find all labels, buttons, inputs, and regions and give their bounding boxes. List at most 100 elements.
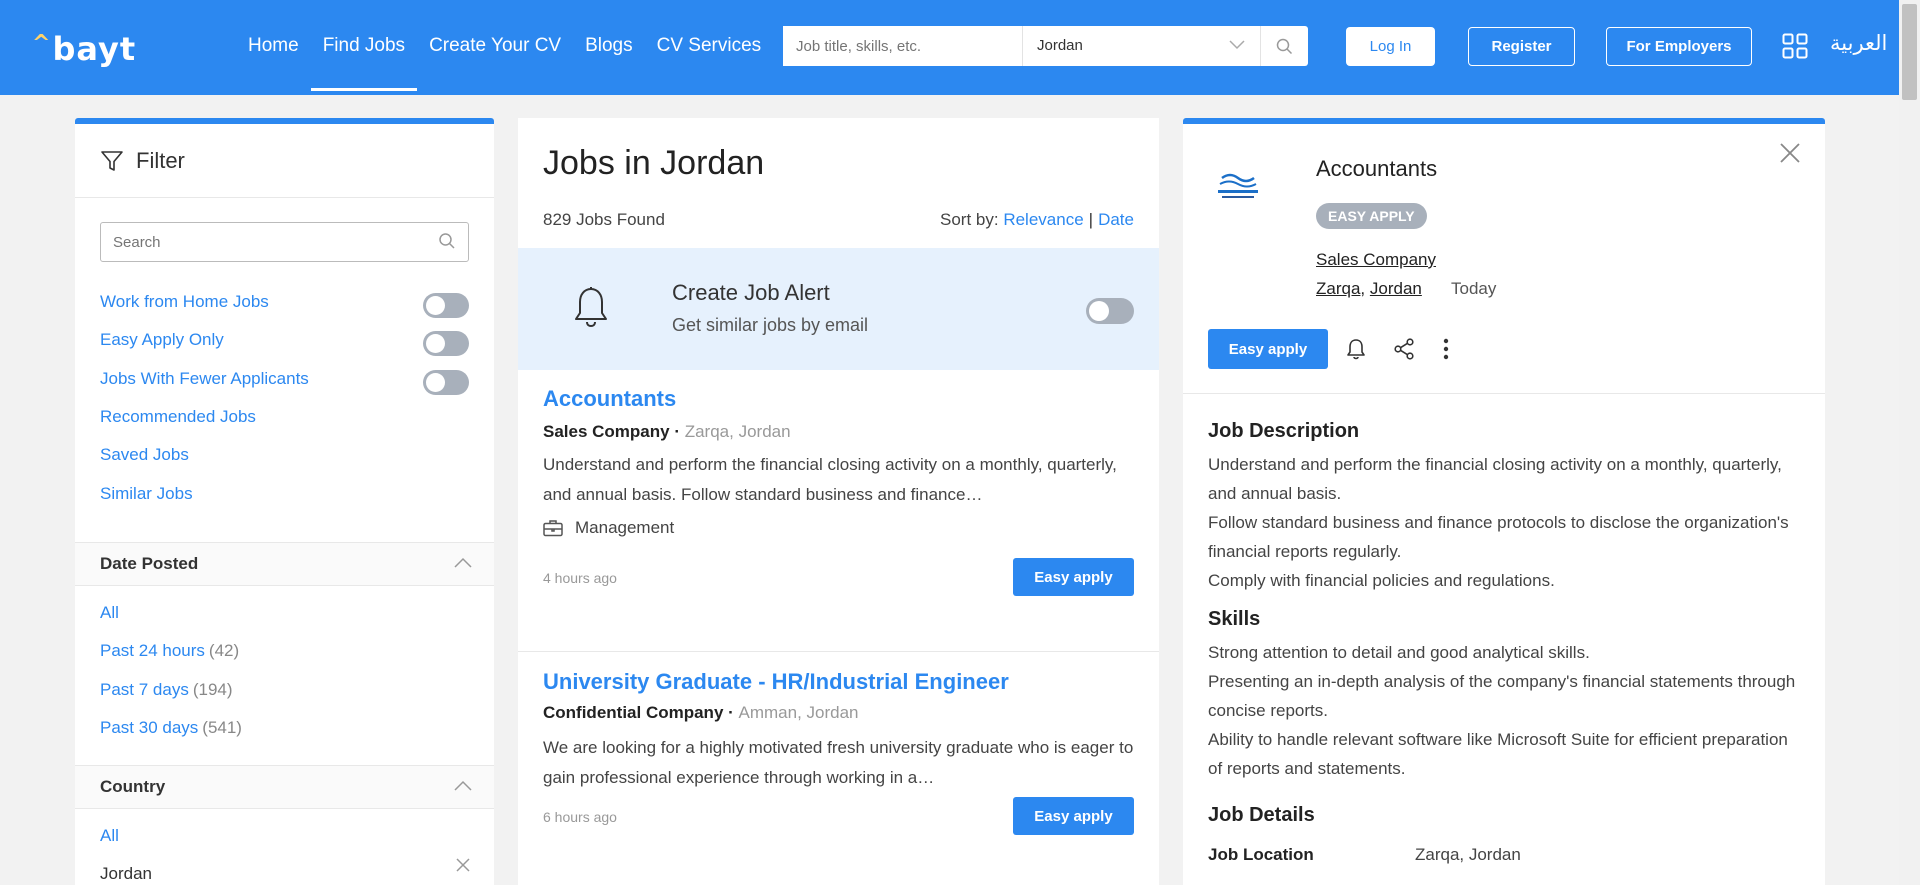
job-detail-panel: Accountants EASY APPLY Sales Company Zar… xyxy=(1183,118,1825,885)
filter-panel: Filter Work from Home Jobs Easy Apply On… xyxy=(75,118,494,885)
location-value: Jordan xyxy=(1037,37,1083,54)
date-option-all[interactable]: All xyxy=(100,603,119,623)
more-options-icon[interactable] xyxy=(1443,338,1449,360)
date-option-7d[interactable]: Past 7 days (194) xyxy=(100,680,233,700)
date-option-30d[interactable]: Past 30 days (541) xyxy=(100,718,242,738)
close-icon[interactable] xyxy=(1778,141,1802,165)
remove-country-icon[interactable] xyxy=(456,858,470,872)
filter-icon xyxy=(101,150,123,171)
count-badge: (541) xyxy=(202,718,242,737)
jobs-list-panel: Jobs in Jordan 829 Jobs Found Sort by: R… xyxy=(518,118,1159,885)
login-button[interactable]: Log In xyxy=(1346,27,1435,66)
job-keyword-input[interactable] xyxy=(783,26,1023,66)
job-category: Management xyxy=(543,518,674,538)
easy-apply-toggle[interactable] xyxy=(423,331,469,356)
date-option-24h[interactable]: Past 24 hours (42) xyxy=(100,641,239,661)
job-location: Zarqa, Jordan xyxy=(684,422,791,441)
filter-easy-apply-only[interactable]: Easy Apply Only xyxy=(100,330,224,350)
count-badge: (194) xyxy=(192,680,233,699)
filter-title: Filter xyxy=(136,147,185,173)
country-option-all[interactable]: All xyxy=(100,826,119,846)
job-company: Confidential Company · Amman, Jordan xyxy=(543,703,859,722)
nav-blogs[interactable]: Blogs xyxy=(573,0,645,95)
job-alert-toggle[interactable] xyxy=(1086,298,1134,324)
filter-fewer-applicants[interactable]: Jobs With Fewer Applicants xyxy=(100,369,309,389)
job-alert-banner: Create Job Alert Get similar jobs by ema… xyxy=(518,248,1159,370)
filter-saved-jobs[interactable]: Saved Jobs xyxy=(100,445,189,465)
bell-icon[interactable] xyxy=(1346,338,1366,360)
apps-grid-icon[interactable] xyxy=(1782,33,1808,59)
top-header: ^bayt Home Find Jobs Create Your CV Blog… xyxy=(0,0,1920,95)
date-posted-title: Date Posted xyxy=(100,554,199,573)
count-badge: (42) xyxy=(208,641,240,660)
detail-posted-date: Today xyxy=(1451,279,1497,298)
filter-recommended-jobs[interactable]: Recommended Jobs xyxy=(100,407,256,427)
detail-easy-apply-button[interactable]: Easy apply xyxy=(1208,329,1328,369)
chevron-down-icon xyxy=(1229,40,1245,50)
job-search-bar: Jordan xyxy=(783,26,1308,66)
scrollbar-thumb[interactable] xyxy=(1902,4,1917,100)
posted-time: 6 hours ago xyxy=(543,809,617,825)
language-switch[interactable]: العربية xyxy=(1830,31,1887,55)
chevron-up-icon xyxy=(454,557,472,568)
detail-location: Zarqa, Jordan xyxy=(1316,279,1422,298)
divider xyxy=(1183,393,1825,394)
page-title: Jobs in Jordan xyxy=(543,144,765,182)
job-description: We are looking for a highly motivated fr… xyxy=(543,738,1134,787)
fewer-applicants-toggle[interactable] xyxy=(423,370,469,395)
job-location: Amman, Jordan xyxy=(738,703,859,722)
chevron-up-icon xyxy=(454,780,472,791)
filter-header: Filter xyxy=(75,124,494,198)
job-location-value: Zarqa, Jordan xyxy=(1415,845,1521,864)
job-title-link[interactable]: University Graduate - HR/Industrial Engi… xyxy=(543,669,1009,695)
job-card[interactable]: University Graduate - HR/Industrial Engi… xyxy=(518,653,1159,885)
location-select[interactable]: Jordan xyxy=(1023,26,1260,66)
job-company: Sales Company · Zarqa, Jordan xyxy=(543,422,791,441)
filter-search xyxy=(100,222,469,262)
sort-separator: | xyxy=(1088,210,1094,229)
page-scrollbar[interactable] xyxy=(1899,0,1920,885)
nav-find-jobs[interactable]: Find Jobs xyxy=(310,0,418,95)
date-posted-section-header[interactable]: Date Posted xyxy=(75,542,494,586)
search-button[interactable] xyxy=(1260,26,1308,66)
nav-create-cv[interactable]: Create Your CV xyxy=(417,0,573,95)
city-link[interactable]: Zarqa xyxy=(1316,279,1360,298)
register-button[interactable]: Register xyxy=(1468,27,1575,66)
job-location-row: Job Location Zarqa, Jordan xyxy=(1208,845,1521,865)
search-icon xyxy=(1276,38,1293,54)
search-icon xyxy=(439,233,455,249)
sort-relevance-link[interactable]: Relevance xyxy=(1003,210,1083,229)
alert-subtitle: Get similar jobs by email xyxy=(672,315,869,335)
nav-home[interactable]: Home xyxy=(236,0,311,95)
job-title-link[interactable]: Accountants xyxy=(543,386,676,412)
bell-icon xyxy=(575,287,607,328)
country-section-header[interactable]: Country xyxy=(75,765,494,809)
filter-search-input[interactable] xyxy=(101,223,468,261)
jobs-count: 829 Jobs Found xyxy=(543,210,665,229)
posted-time: 4 hours ago xyxy=(543,570,617,586)
skills-text: Strong attention to detail and good anal… xyxy=(1208,643,1796,778)
detail-job-title: Accountants xyxy=(1316,156,1438,181)
easy-apply-button[interactable]: Easy apply xyxy=(1013,797,1134,835)
sort-date-link[interactable]: Date xyxy=(1098,210,1134,229)
filter-work-from-home[interactable]: Work from Home Jobs xyxy=(100,292,269,312)
alert-title: Create Job Alert xyxy=(672,280,830,305)
for-employers-button[interactable]: For Employers xyxy=(1606,27,1752,66)
bayt-logo[interactable]: ^bayt xyxy=(32,30,136,68)
detail-company-link[interactable]: Sales Company xyxy=(1316,250,1436,270)
sort-controls: Sort by: Relevance | Date xyxy=(940,210,1134,230)
nav-cv-services[interactable]: CV Services xyxy=(645,0,774,95)
job-card[interactable]: Accountants Sales Company · Zarqa, Jorda… xyxy=(518,370,1159,652)
country-link[interactable]: Jordan xyxy=(1370,279,1422,298)
logo-mark-icon: ^ xyxy=(32,31,52,56)
skills-heading: Skills xyxy=(1208,608,1261,630)
work-from-home-toggle[interactable] xyxy=(423,293,469,318)
country-selected: Jordan xyxy=(100,864,152,883)
logo-text: bayt xyxy=(52,30,137,68)
easy-apply-button[interactable]: Easy apply xyxy=(1013,558,1134,596)
company-logo xyxy=(1218,173,1258,198)
easy-apply-badge: EASY APPLY xyxy=(1316,203,1427,229)
filter-similar-jobs[interactable]: Similar Jobs xyxy=(100,484,193,504)
briefcase-icon xyxy=(543,520,563,537)
share-icon[interactable] xyxy=(1393,338,1415,360)
